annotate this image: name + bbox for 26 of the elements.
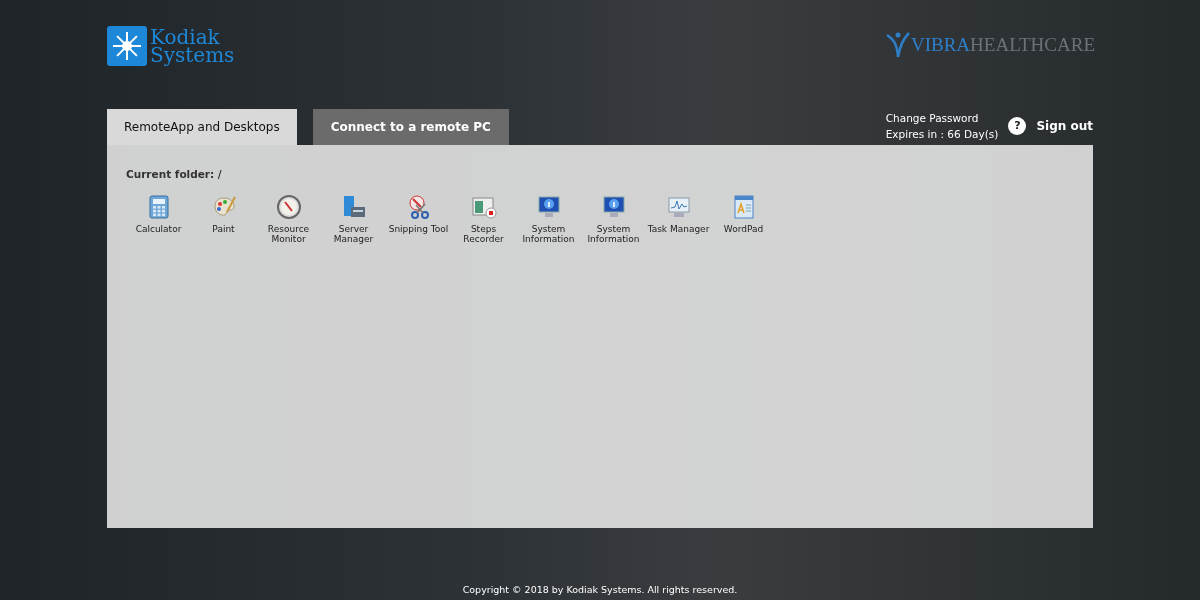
- change-password-link[interactable]: Change Password: [885, 110, 999, 126]
- snowflake-logo-icon: [107, 26, 147, 66]
- app-launcher[interactable]: Calculator: [126, 193, 191, 244]
- copyright-text: Copyright © 2018 by Kodiak Systems. All rights reserved.: [462, 582, 738, 597]
- password-expiry-text: Expires in : 66 Day(s): [885, 127, 999, 142]
- figure-logo-icon: [884, 29, 911, 59]
- info-monitor-icon: [600, 193, 627, 220]
- current-folder-label: Current folder: /: [126, 167, 223, 182]
- app-launcher[interactable]: Paint: [191, 193, 256, 244]
- app-launcher[interactable]: System Information: [581, 193, 646, 244]
- info-monitor-icon: [535, 193, 562, 220]
- partner-logo: VIBRAHEALTHCARE: [884, 29, 1095, 59]
- brand-name: Systems: [150, 46, 235, 64]
- gauge-icon: [275, 193, 302, 220]
- app-launcher[interactable]: WordPad: [711, 193, 776, 244]
- brand-name: Kodiak: [150, 28, 220, 46]
- app-launcher[interactable]: Server Manager: [321, 193, 386, 244]
- app-launcher[interactable]: System Information: [516, 193, 581, 244]
- tab[interactable]: RemoteApp and Desktops: [107, 109, 297, 145]
- tab[interactable]: Connect to a remote PC: [312, 109, 509, 145]
- sign-out-link[interactable]: Sign out: [1036, 117, 1093, 135]
- brand-logo[interactable]: Kodiak Systems: [107, 26, 235, 66]
- app-launcher[interactable]: Task Manager: [646, 193, 711, 244]
- app-launcher[interactable]: Steps Recorder: [451, 193, 516, 244]
- app-launcher[interactable]: Snipping Tool: [386, 193, 451, 244]
- app-launcher[interactable]: Resource Monitor: [256, 193, 321, 244]
